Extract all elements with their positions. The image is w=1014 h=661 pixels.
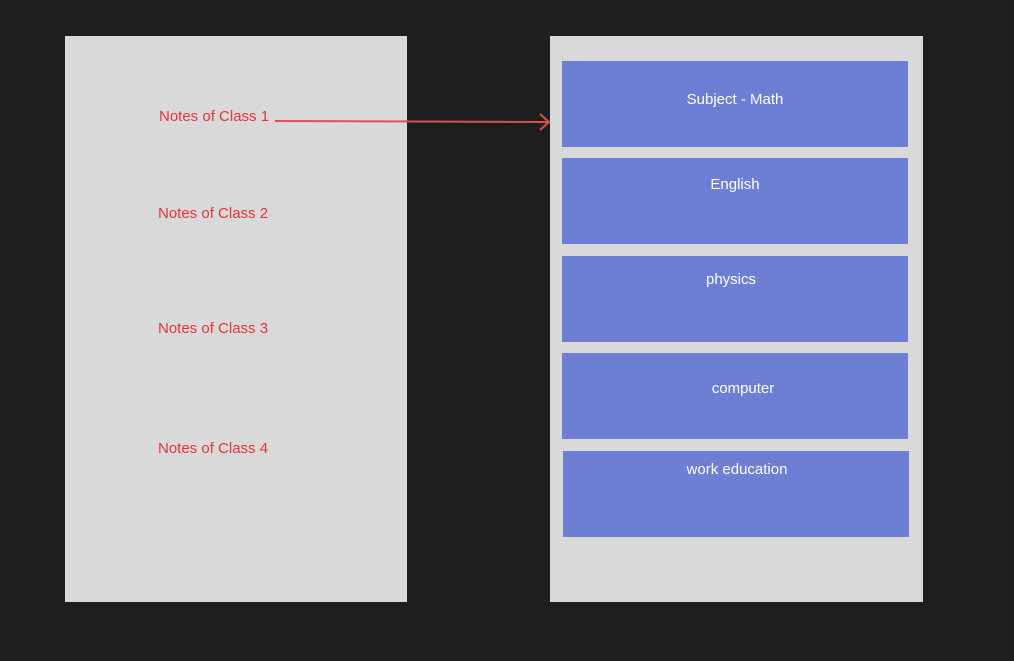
subject-label-physics: physics (705, 271, 757, 288)
class-3-link[interactable]: Notes of Class 3 (158, 320, 268, 338)
subject-label-english: English (710, 176, 760, 193)
subject-card-computer[interactable]: computer (562, 353, 908, 439)
class-list-panel: Notes of Class 1 Notes of Class 2 Notes … (65, 36, 407, 602)
subject-card-work-education[interactable]: work education (563, 451, 909, 537)
subject-list-panel: Subject - Math English physics computer … (550, 36, 923, 602)
connector-arrowhead (539, 113, 551, 131)
class-1-link[interactable]: Notes of Class 1 (159, 108, 269, 126)
class-2-link[interactable]: Notes of Class 2 (158, 205, 268, 223)
subject-card-math[interactable]: Subject - Math (562, 61, 908, 147)
subject-card-english[interactable]: English (562, 158, 908, 244)
subject-label-math: Subject - Math (686, 91, 784, 108)
class-4-link[interactable]: Notes of Class 4 (158, 440, 268, 458)
subject-label-computer: computer (711, 380, 775, 397)
subject-card-physics[interactable]: physics (562, 256, 908, 342)
subject-label-work-education: work education (686, 461, 788, 478)
